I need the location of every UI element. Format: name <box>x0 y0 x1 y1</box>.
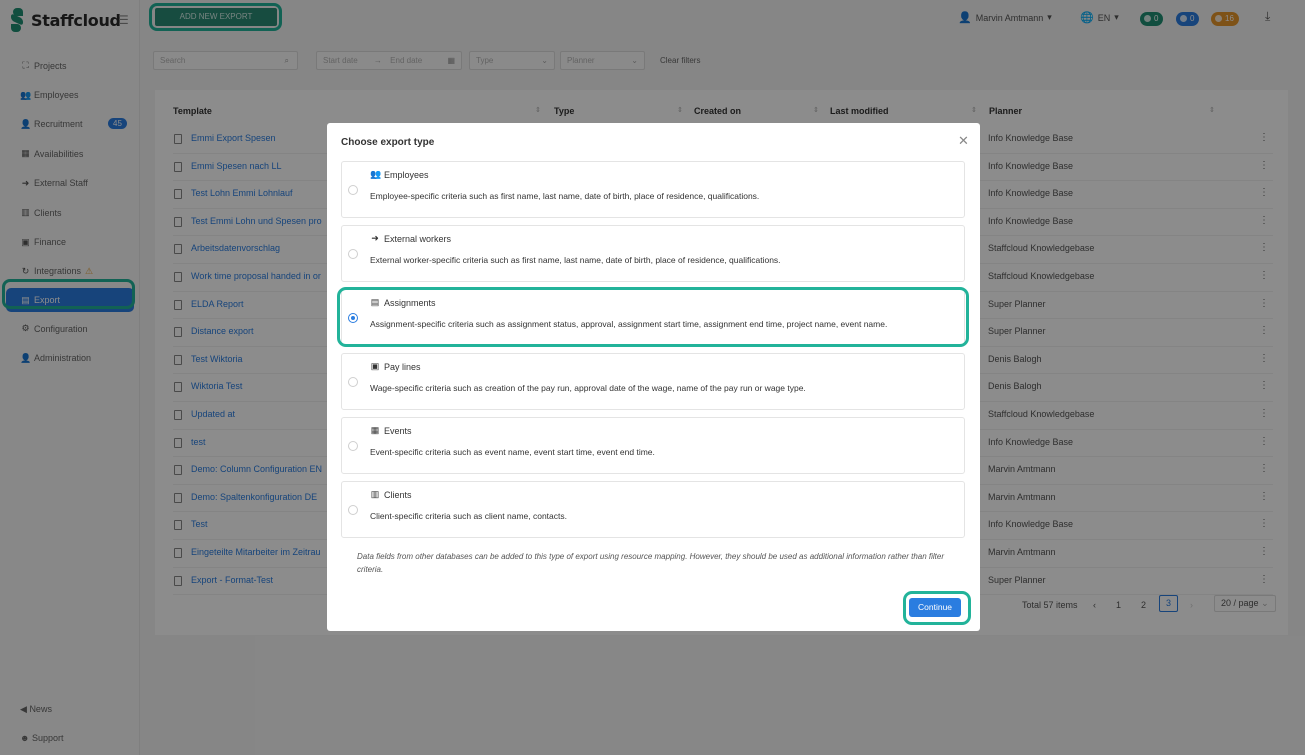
export-type-option-pay-lines[interactable]: ▣ Pay lines Wage-specific criteria such as… <box>341 353 965 410</box>
calendar-icon: ▦ <box>370 425 380 435</box>
option-description: Event-specific criteria such as event na… <box>370 447 655 457</box>
money-icon: ▣ <box>370 361 380 371</box>
option-title: ➜ External workers <box>371 233 452 244</box>
option-description: External worker-specific criteria such a… <box>370 255 781 265</box>
radio-button[interactable] <box>348 505 358 515</box>
option-description: Employee-specific criteria such as first… <box>370 191 760 201</box>
users-icon: 👥 <box>370 169 382 179</box>
choose-export-type-modal: Choose export type ✕ 👥 Employees Employee-… <box>327 123 980 631</box>
close-icon[interactable]: ✕ <box>958 133 969 149</box>
radio-button[interactable] <box>348 185 358 195</box>
sign-in-icon: ➜ <box>371 233 379 243</box>
continue-button[interactable]: Continue <box>909 598 962 617</box>
modal-note: Data fields from other databases can be … <box>357 552 945 574</box>
option-title: 👥 Employees <box>370 169 429 180</box>
export-type-option-clients[interactable]: ▥ Clients Client-specific criteria such as… <box>341 481 965 538</box>
option-description: Client-specific criteria such as client … <box>370 511 567 521</box>
option-title: ▥ Clients <box>370 489 412 500</box>
radio-button[interactable] <box>348 377 358 387</box>
export-type-option-events[interactable]: ▦ Events Event-specific criteria such as e… <box>341 417 965 474</box>
assignments-highlight <box>337 287 969 347</box>
export-type-option-external-workers[interactable]: ➜ External workers External worker-specifi… <box>341 225 965 282</box>
option-description: Wage-specific criteria such as creation … <box>370 383 806 393</box>
building-icon: ▥ <box>370 489 380 499</box>
radio-button[interactable] <box>348 249 358 259</box>
modal-title: Choose export type <box>341 137 435 148</box>
option-title: ▦ Events <box>370 425 412 436</box>
radio-button[interactable] <box>348 441 358 451</box>
option-title: ▣ Pay lines <box>370 361 421 372</box>
export-type-option-employees[interactable]: 👥 Employees Employee-specific criteria suc… <box>341 161 965 218</box>
